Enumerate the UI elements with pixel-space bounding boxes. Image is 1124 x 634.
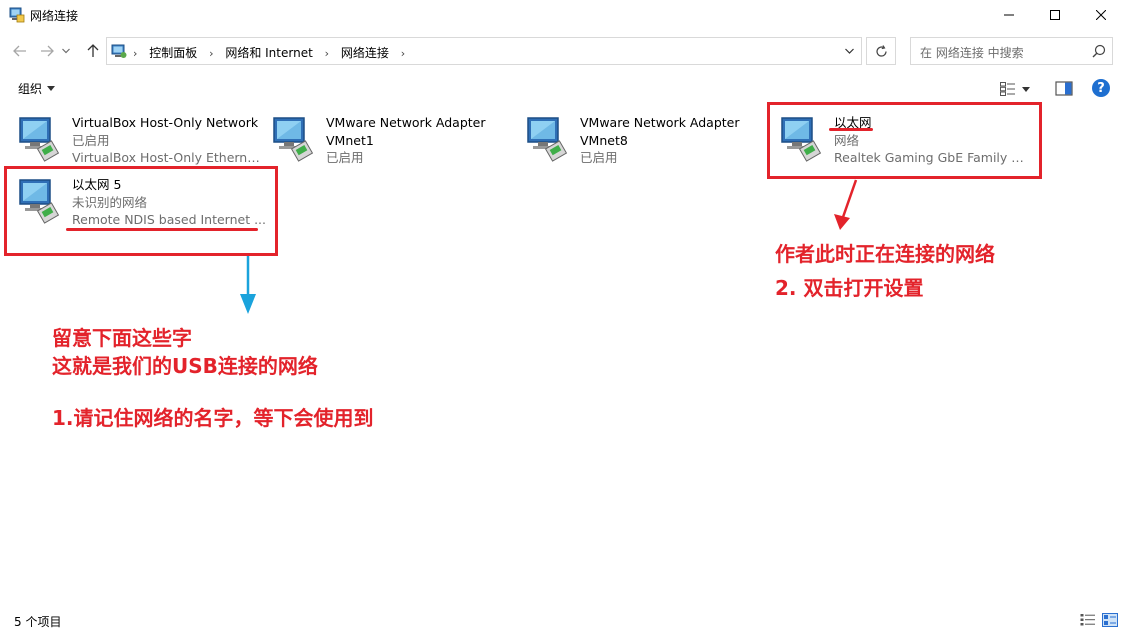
connection-name-line2: VMnet1	[326, 132, 374, 148]
item-count: 5 个项目	[14, 615, 62, 629]
arrow-left-icon	[13, 45, 26, 57]
help-button[interactable]: ?	[1092, 79, 1110, 97]
details-view-icon	[1000, 82, 1015, 96]
search-placeholder: 在 网络连接 中搜索	[920, 46, 1024, 60]
close-icon	[1096, 10, 1106, 20]
connection-name: VMware Network Adapter	[326, 115, 486, 130]
breadcrumb-separator-icon: ›	[324, 47, 330, 60]
connection-name-line2: VMnet8	[580, 132, 628, 148]
breadcrumb-item-network-connections[interactable]: 网络连接	[341, 46, 389, 60]
network-adapter-icon	[527, 117, 568, 162]
organize-label: 组织	[18, 82, 43, 96]
connection-item-virtualbox[interactable]: VirtualBox Host-Only Network 已启用 Virtual…	[16, 114, 266, 168]
connection-device: VirtualBox Host-Only Ethernet ...	[72, 150, 266, 165]
minimize-button[interactable]	[986, 0, 1032, 30]
arrow-up-icon	[87, 44, 99, 57]
breadcrumb-item-network-internet[interactable]: 网络和 Internet	[225, 46, 312, 60]
address-row: › 控制面板 › 网络和 Internet › 网络连接 › 在 网络连接 中搜…	[0, 34, 1124, 68]
network-adapter-icon	[19, 117, 60, 162]
annotation-double-click: 2. 双击打开设置	[775, 276, 924, 300]
status-bar: 5 个项目	[0, 608, 1124, 634]
back-button[interactable]	[9, 40, 31, 62]
chevron-down-icon	[62, 48, 70, 54]
organize-button[interactable]: 组织	[18, 80, 56, 97]
blue-arrow-icon	[240, 256, 256, 314]
search-input[interactable]: 在 网络连接 中搜索	[910, 37, 1113, 65]
refresh-icon	[875, 44, 887, 57]
large-icons-view-icon[interactable]	[1102, 613, 1118, 627]
breadcrumb-item-control-panel[interactable]: 控制面板	[149, 46, 197, 60]
annotation-usb-network: 这就是我们的USB连接的网络	[52, 354, 318, 378]
address-dropdown-button[interactable]	[837, 38, 861, 64]
connection-status: 已启用	[326, 150, 364, 165]
control-panel-icon	[111, 44, 127, 58]
red-arrow-icon	[834, 179, 858, 230]
arrow-right-icon	[41, 45, 54, 57]
connection-item-vmnet1[interactable]: VMware Network Adapter VMnet1 已启用	[270, 114, 520, 168]
breadcrumb-separator-icon: ›	[209, 47, 214, 60]
details-view-icon[interactable]	[1080, 613, 1096, 627]
refresh-button[interactable]	[866, 37, 896, 65]
minimize-icon	[1004, 14, 1014, 16]
caret-down-icon	[47, 86, 56, 91]
highlight-underline-device	[66, 228, 258, 231]
title-bar: 网络连接	[0, 0, 1124, 30]
command-bar: 组织 ?	[0, 74, 1124, 104]
recent-locations-button[interactable]	[60, 40, 72, 62]
breadcrumb-separator-icon: ›	[400, 47, 406, 60]
network-adapter-icon	[273, 117, 314, 162]
maximize-button[interactable]	[1032, 0, 1078, 30]
breadcrumb-separator-icon: ›	[133, 47, 138, 60]
close-button[interactable]	[1078, 0, 1124, 30]
change-view-button[interactable]	[1000, 80, 1038, 98]
annotation-note-text: 留意下面这些字	[52, 326, 192, 350]
preview-pane-icon[interactable]	[1055, 80, 1073, 98]
highlight-box-ethernet	[767, 102, 1042, 179]
question-icon: ?	[1097, 80, 1105, 96]
connection-name: VMware Network Adapter	[580, 115, 740, 130]
annotation-current-network: 作者此时正在连接的网络	[775, 242, 995, 266]
breadcrumb: › 控制面板 › 网络和 Internet › 网络连接 ›	[133, 44, 413, 61]
up-button[interactable]	[82, 40, 104, 62]
chevron-down-icon	[844, 48, 854, 54]
annotation-remember-name: 1.请记住网络的名字，等下会使用到	[52, 406, 374, 430]
maximize-icon	[1050, 10, 1060, 20]
connection-item-vmnet8[interactable]: VMware Network Adapter VMnet8 已启用	[524, 114, 774, 168]
highlight-underline-ethernet	[829, 128, 873, 131]
forward-button[interactable]	[36, 40, 58, 62]
connection-status: 已启用	[580, 150, 618, 165]
network-connections-icon	[9, 7, 25, 23]
window-title: 网络连接	[30, 9, 79, 23]
caret-down-icon	[1022, 86, 1030, 92]
highlight-box-ethernet-5	[4, 166, 278, 256]
search-icon[interactable]	[1092, 44, 1106, 58]
connection-name: VirtualBox Host-Only Network	[72, 115, 259, 130]
address-bar[interactable]: › 控制面板 › 网络和 Internet › 网络连接 ›	[106, 37, 862, 65]
connection-status: 已启用	[72, 132, 110, 148]
